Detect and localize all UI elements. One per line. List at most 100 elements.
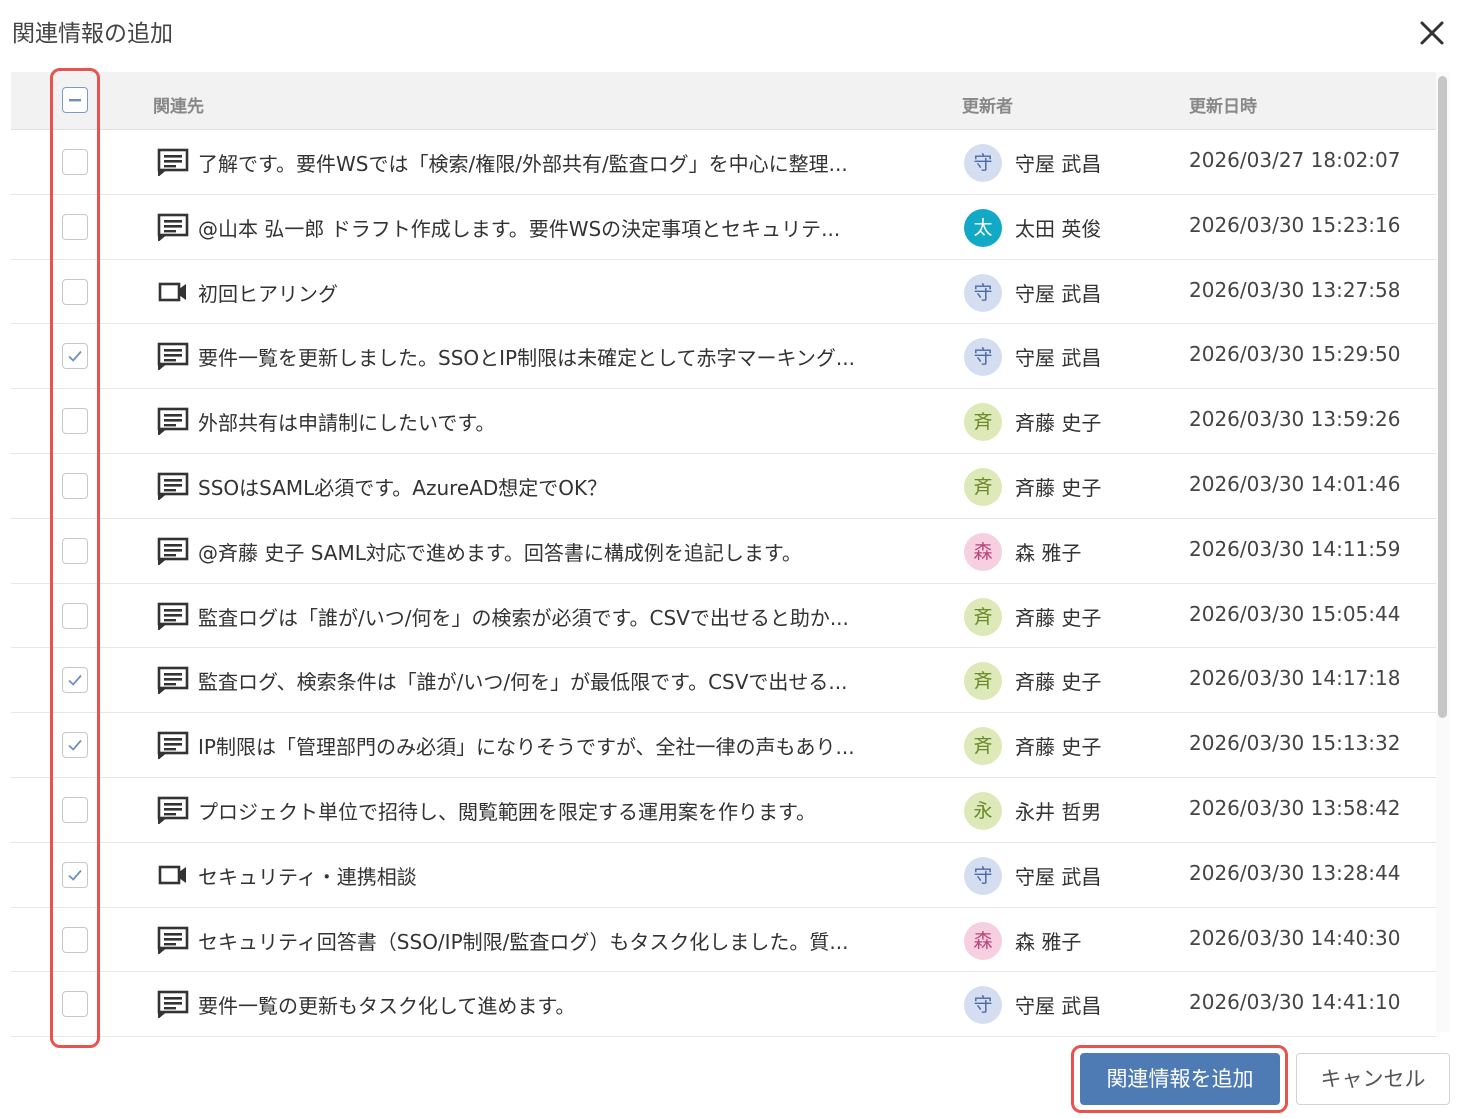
related-text: セキュリティ回答書（SSO/IP制限/監査ログ）もタスク化しました。質... [198,929,849,954]
row-checkbox[interactable] [62,602,88,629]
table-row[interactable]: 外部共有は申請制にしたいです。 斉斉藤 史子 2026/03/30 13:59:26 [11,389,1436,454]
table-row[interactable]: 要件一覧を更新しました。SSOとIP制限は未確定として赤字マーキング... 守守屋… [11,324,1436,390]
related-info-table: 関連先 更新者 更新日時 了解です。要件WSでは「検索/権限/外部共有/監査ログ… [11,72,1436,1038]
updater-name: 守屋 武昌 [1015,152,1102,176]
comment-icon [157,926,189,955]
updated-datetime: 2026/03/30 14:11:59 [1189,536,1401,561]
updater-name: 永井 哲男 [1015,799,1102,824]
avatar: 太 [964,208,1002,247]
comment-icon [157,148,189,178]
cancel-button[interactable]: キャンセル [1296,1053,1450,1105]
row-checkbox[interactable] [62,991,88,1018]
row-checkbox[interactable] [62,149,88,175]
updated-datetime: 2026/03/30 13:27:58 [1189,277,1401,302]
comment-icon [157,666,189,696]
row-checkbox[interactable] [62,796,88,823]
row-checkbox[interactable] [62,472,88,499]
dialog-title: 関連情報の追加 [12,21,173,47]
updated-datetime: 2026/03/30 15:29:50 [1189,342,1401,367]
check-icon [68,675,82,687]
indeterminate-icon [69,99,81,102]
table-row[interactable]: セキュリティ・連携相談 守守屋 武昌 2026/03/30 13:28:44 [11,843,1436,908]
avatar: 斉 [964,727,1002,766]
avatar: 斉 [964,597,1002,636]
add-related-info-button[interactable]: 関連情報を追加 [1080,1053,1280,1105]
row-checkbox[interactable] [62,537,88,564]
table-row[interactable]: @斉藤 史子 SAML対応で進めます。回答書に構成例を追記します。 森森 雅子 20… [11,519,1436,584]
avatar: 森 [964,532,1002,571]
check-icon [68,740,82,751]
table-row[interactable]: 要件一覧の更新もタスク化して進めます。 守守屋 武昌 2026/03/30 14:4… [11,972,1436,1038]
video-icon [157,278,189,306]
avatar: 永 [964,791,1002,830]
related-text: 監査ログ、検索条件は「誰が/いつ/何を」が最低限です。CSVで出せる... [198,670,848,695]
updated-datetime: 2026/03/30 14:17:18 [1189,666,1401,691]
updated-datetime: 2026/03/30 14:40:30 [1189,925,1401,950]
related-text: @斉藤 史子 SAML対応で進めます。回答書に構成例を追記します。 [198,540,802,565]
updater-name: 斉藤 史子 [1015,605,1102,630]
check-icon [68,869,82,881]
avatar: 守 [964,144,1002,182]
comment-icon [157,990,189,1020]
updater-name: 斉藤 史子 [1015,475,1102,500]
row-checkbox[interactable] [62,343,88,370]
select-all-checkbox[interactable] [62,87,88,113]
avatar: 斉 [964,467,1002,506]
row-checkbox[interactable] [62,213,88,240]
updater-name: 守屋 武昌 [1015,346,1102,371]
comment-icon [157,472,189,502]
table-row[interactable]: IP制限は「管理部門のみ必須」になりそうですが、全社一律の声もあり... 斉斉藤 … [11,713,1436,778]
table-row[interactable]: @山本 弘一郎 ドラフト作成します。要件WSの決定事項とセキュリテ... 太太田 … [11,195,1436,260]
updater-name: 斉藤 史子 [1015,735,1102,760]
scrollbar-thumb[interactable] [1438,76,1447,718]
row-checkbox[interactable] [62,732,88,759]
updated-datetime: 2026/03/27 18:02:07 [1189,148,1401,172]
header-related[interactable]: 関連先 [153,92,204,117]
related-text: セキュリティ・連携相談 [198,864,417,889]
table-row[interactable]: 監査ログ、検索条件は「誰が/いつ/何を」が最低限です。CSVで出せる... 斉斉藤… [11,648,1436,714]
avatar: 斉 [964,662,1002,701]
updater-name: 守屋 武昌 [1015,281,1102,306]
table-row[interactable]: 了解です。要件WSでは「検索/権限/外部共有/監査ログ」を中心に整理... 守守屋… [11,130,1436,195]
avatar: 森 [964,921,1002,960]
close-button[interactable] [1412,14,1452,54]
close-icon [1420,21,1444,45]
comment-icon [157,731,189,761]
row-checkbox[interactable] [62,926,88,953]
row-checkbox[interactable] [62,861,88,888]
comment-icon [157,213,189,242]
table-row[interactable]: 初回ヒアリング 守守屋 武昌 2026/03/30 13:27:58 [11,260,1436,325]
updated-datetime: 2026/03/30 14:41:10 [1189,990,1401,1015]
updater-name: 太田 英俊 [1015,216,1102,241]
updater-name: 斉藤 史子 [1015,670,1102,695]
table-row[interactable]: プロジェクト単位で招待し、閲覧範囲を限定する運用案を作ります。 永永井 哲男 202… [11,778,1436,843]
related-text: IP制限は「管理部門のみ必須」になりそうですが、全社一律の声もあり... [198,735,855,760]
comment-icon [157,796,189,826]
related-text: 了解です。要件WSでは「検索/権限/外部共有/監査ログ」を中心に整理... [198,152,848,176]
updater-name: 森 雅子 [1015,929,1082,954]
avatar: 守 [964,986,1002,1025]
updater-name: 守屋 武昌 [1015,994,1102,1019]
updated-datetime: 2026/03/30 15:13:32 [1189,731,1401,756]
updated-datetime: 2026/03/30 13:58:42 [1189,795,1401,820]
row-checkbox[interactable] [62,278,88,305]
table-header: 関連先 更新者 更新日時 [11,72,1436,130]
related-text: 初回ヒアリング [198,281,338,306]
related-text: 要件一覧を更新しました。SSOとIP制限は未確定として赤字マーキング... [198,346,855,371]
related-text: プロジェクト単位で招待し、閲覧範囲を限定する運用案を作ります。 [198,799,816,824]
table-row[interactable]: セキュリティ回答書（SSO/IP制限/監査ログ）もタスク化しました。質... 森森… [11,908,1436,973]
updater-name: 森 雅子 [1015,540,1082,565]
updated-datetime: 2026/03/30 13:28:44 [1189,860,1401,885]
table-row[interactable]: 監査ログは「誰が/いつ/何を」の検索が必須です。CSVで出せると助か... 斉斉藤… [11,584,1436,649]
updated-datetime: 2026/03/30 15:05:44 [1189,601,1401,626]
related-text: 監査ログは「誰が/いつ/何を」の検索が必須です。CSVで出せると助か... [198,605,849,630]
header-updater[interactable]: 更新者 [962,92,1013,117]
updated-datetime: 2026/03/30 14:01:46 [1189,471,1401,496]
row-checkbox[interactable] [62,667,88,694]
row-checkbox[interactable] [62,408,88,435]
table-row[interactable]: SSOはSAML必須です。AzureAD想定でOK？ 斉斉藤 史子 2026/03/… [11,454,1436,519]
comment-icon [157,342,189,372]
header-updated-at[interactable]: 更新日時 [1189,92,1257,117]
updated-datetime: 2026/03/30 15:23:16 [1189,212,1401,237]
related-text: 外部共有は申請制にしたいです。 [198,411,496,436]
